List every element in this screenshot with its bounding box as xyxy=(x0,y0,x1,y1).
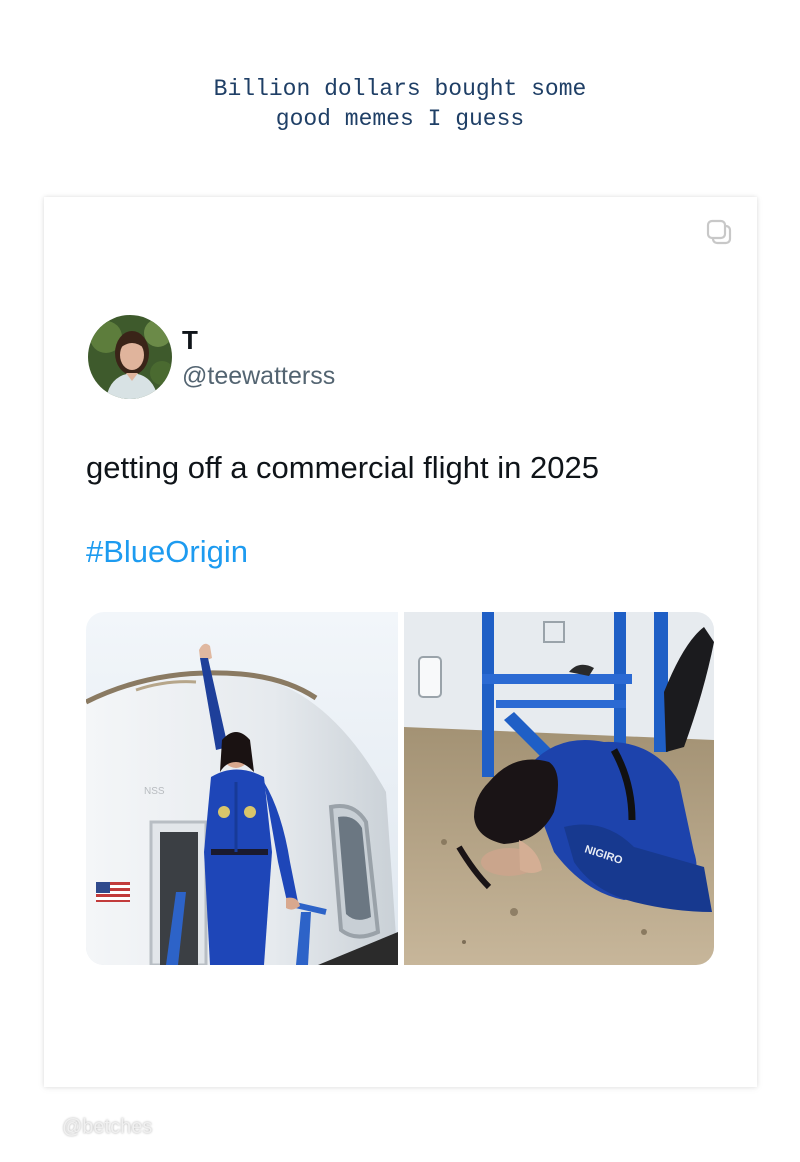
tweet-card: T @teewatterss getting off a commercial … xyxy=(44,197,757,1087)
user-handle[interactable]: @teewatterss xyxy=(182,362,335,391)
display-name[interactable]: T xyxy=(182,325,198,356)
avatar[interactable] xyxy=(88,315,172,399)
us-flag-icon xyxy=(96,882,130,902)
image-astronaut-exiting-capsule[interactable]: NSS xyxy=(86,612,398,965)
copy-icon[interactable] xyxy=(704,217,734,247)
tweet-text: getting off a commercial flight in 2025 xyxy=(86,450,599,485)
story-caption: Billion dollars bought some good memes I… xyxy=(213,76,587,132)
svg-text:NSS: NSS xyxy=(144,786,165,797)
image-astronaut-kissing-ground[interactable]: NIGIRO xyxy=(404,612,714,965)
watermark: @betches xyxy=(62,1116,153,1138)
hashtag-link[interactable]: #BlueOrigin xyxy=(86,534,248,570)
